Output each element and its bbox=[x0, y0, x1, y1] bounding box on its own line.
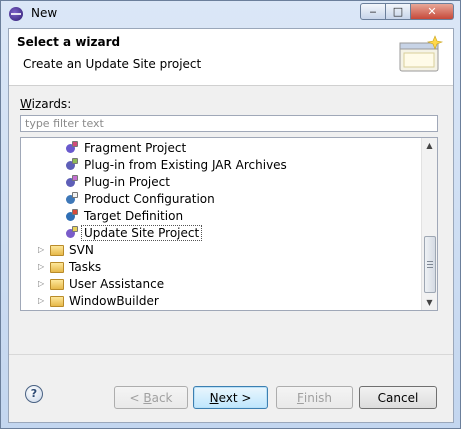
maximize-icon: □ bbox=[392, 5, 404, 18]
expand-arrow-icon[interactable]: ▷ bbox=[38, 245, 47, 254]
icon-part bbox=[72, 208, 78, 215]
folder-icon bbox=[50, 260, 64, 274]
new-wizard-banner-icon bbox=[399, 35, 444, 72]
tree-item[interactable]: Plug-in Project bbox=[65, 173, 170, 190]
tree-item[interactable]: Update Site Project bbox=[65, 224, 203, 241]
scroll-down-arrow-icon[interactable]: ▼ bbox=[422, 295, 437, 310]
minimize-icon: ‒ bbox=[369, 5, 377, 18]
expand-arrow-icon[interactable]: ▷ bbox=[38, 262, 47, 271]
footer-separator bbox=[9, 354, 453, 355]
icon-part bbox=[72, 157, 78, 164]
icon-part bbox=[72, 225, 78, 232]
grip-line bbox=[427, 261, 433, 262]
plugin-jar-icon bbox=[65, 157, 79, 172]
folder-shape bbox=[50, 278, 64, 290]
title-bar[interactable]: New ‒ □ ✕ bbox=[1, 1, 460, 27]
wizard-banner: Select a wizard Create an Update Site pr… bbox=[9, 29, 453, 86]
tree-item-label: Fragment Project bbox=[84, 140, 187, 155]
cancel-button[interactable]: Cancel bbox=[359, 386, 437, 409]
tree-category[interactable]: ▷ SVN bbox=[38, 241, 94, 258]
tree-item-label: Target Definition bbox=[84, 208, 184, 223]
folder-shape bbox=[50, 261, 64, 273]
scrollbar-thumb[interactable] bbox=[424, 236, 436, 293]
tree-item-label: SVN bbox=[69, 242, 94, 257]
finish-mnemonic: F bbox=[296, 390, 304, 405]
folder-shape bbox=[50, 244, 64, 256]
expand-arrow-icon[interactable]: ▷ bbox=[38, 296, 47, 305]
icon-part bbox=[72, 174, 78, 181]
wizards-label-text: izards: bbox=[31, 97, 72, 111]
new-wizard-window: New ‒ □ ✕ Select a wizard Create an Upda… bbox=[0, 0, 461, 429]
maximize-button[interactable]: □ bbox=[386, 3, 411, 20]
folder-icon bbox=[50, 294, 64, 308]
back-label: ack bbox=[151, 390, 173, 405]
cancel-label: Cancel bbox=[377, 390, 419, 405]
tree-item-label: Update Site Project bbox=[81, 224, 203, 241]
tree-category[interactable]: ▷ Tasks bbox=[38, 258, 101, 275]
tree-category[interactable]: ▷ WindowBuilder bbox=[38, 292, 159, 309]
grip-line bbox=[427, 264, 433, 265]
dialog-client-area: Select a wizard Create an Update Site pr… bbox=[8, 28, 454, 423]
next-mnemonic: N bbox=[209, 390, 219, 405]
folder-shape bbox=[50, 295, 64, 307]
filter-input[interactable] bbox=[20, 115, 438, 132]
vertical-scrollbar[interactable]: ▲ ▼ bbox=[421, 138, 437, 310]
expand-arrow-icon[interactable]: ▷ bbox=[38, 279, 47, 288]
tree-item[interactable]: Fragment Project bbox=[65, 139, 186, 156]
window-controls: ‒ □ ✕ bbox=[360, 3, 454, 20]
close-icon: ✕ bbox=[427, 5, 437, 18]
back-mnemonic: B bbox=[143, 390, 152, 405]
window-title: New bbox=[31, 6, 58, 20]
banner-title: Select a wizard bbox=[17, 35, 121, 49]
banner-description: Create an Update Site project bbox=[23, 57, 202, 71]
tree-item-label: Plug-in from Existing JAR Archives bbox=[84, 157, 287, 172]
tree-category[interactable]: ▷ User Assistance bbox=[38, 275, 164, 292]
tree-item[interactable]: Product Configuration bbox=[65, 190, 215, 207]
tree-item[interactable]: Target Definition bbox=[65, 207, 183, 224]
tree-item-label: Plug-in Project bbox=[84, 174, 170, 189]
close-button[interactable]: ✕ bbox=[411, 3, 454, 20]
tree-item-label: Tasks bbox=[69, 259, 102, 274]
folder-icon bbox=[50, 243, 64, 257]
tree-item-label: Product Configuration bbox=[84, 191, 215, 206]
finish-label: inish bbox=[303, 390, 333, 405]
tree-item[interactable]: Plug-in from Existing JAR Archives bbox=[65, 156, 287, 173]
next-button[interactable]: Next > bbox=[193, 386, 268, 409]
icon-part bbox=[72, 191, 78, 198]
minimize-button[interactable]: ‒ bbox=[360, 3, 386, 20]
next-label: ext > bbox=[218, 390, 252, 405]
scroll-up-arrow-icon[interactable]: ▲ bbox=[422, 138, 437, 153]
wizard-tree[interactable]: Fragment Project Plug-in from Existing JA… bbox=[20, 137, 438, 311]
update-site-icon bbox=[65, 225, 79, 240]
grip-line bbox=[427, 267, 433, 268]
finish-button[interactable]: Finish bbox=[276, 386, 353, 409]
product-configuration-icon bbox=[65, 191, 79, 206]
tree-item-label: User Assistance bbox=[69, 276, 165, 291]
tree-item-label: WindowBuilder bbox=[69, 293, 159, 308]
wizards-label-mnemonic: W bbox=[20, 97, 32, 111]
back-prefix: < bbox=[129, 390, 144, 405]
target-definition-icon bbox=[65, 208, 79, 223]
fragment-project-icon bbox=[65, 140, 79, 155]
icon-part bbox=[72, 140, 78, 147]
back-button[interactable]: < Back bbox=[114, 386, 188, 409]
eclipse-icon bbox=[9, 7, 23, 21]
help-icon[interactable]: ? bbox=[25, 385, 43, 403]
wizards-label: Wizards: bbox=[20, 97, 71, 111]
plugin-project-icon bbox=[65, 174, 79, 189]
folder-icon bbox=[50, 277, 64, 291]
